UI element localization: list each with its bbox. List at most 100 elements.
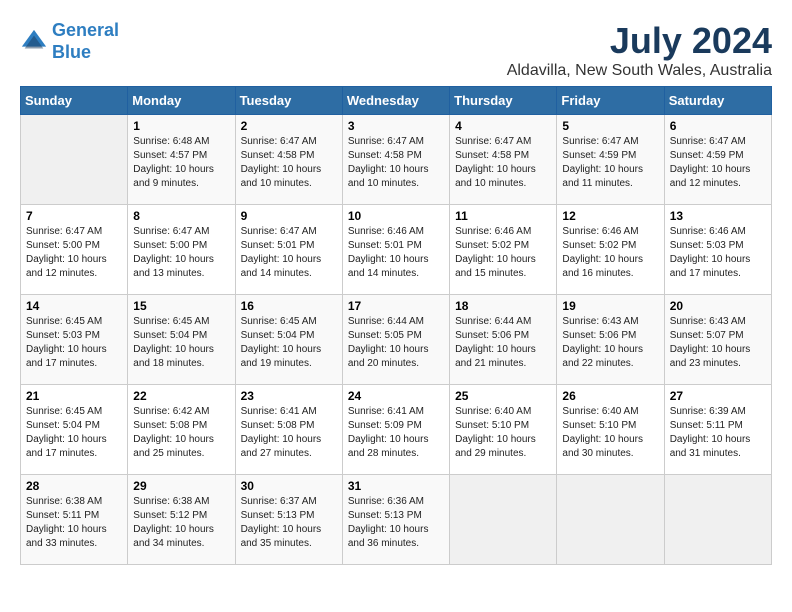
calendar-cell <box>664 475 771 565</box>
logo: General Blue <box>20 20 119 63</box>
calendar-cell: 28Sunrise: 6:38 AM Sunset: 5:11 PM Dayli… <box>21 475 128 565</box>
calendar-cell: 2 Sunrise: 6:47 AM Sunset: 4:58 PM Daylig… <box>235 115 342 205</box>
day-number: 4 <box>455 119 551 133</box>
day-info: Sunrise: 6:46 AM Sunset: 5:02 PM Dayligh… <box>562 225 658 281</box>
day-number: 23 <box>241 389 337 403</box>
calendar-cell: 8 Sunrise: 6:47 AM Sunset: 5:00 PM Daylig… <box>128 205 235 295</box>
logo-text: General Blue <box>52 20 119 63</box>
day-number: 3 <box>348 119 444 133</box>
calendar-cell: 15Sunrise: 6:45 AM Sunset: 5:04 PM Dayli… <box>128 295 235 385</box>
day-number: 25 <box>455 389 551 403</box>
day-info: Sunrise: 6:40 AM Sunset: 5:10 PM Dayligh… <box>562 405 658 461</box>
day-info: Sunrise: 6:38 AM Sunset: 5:11 PM Dayligh… <box>26 495 122 551</box>
calendar-week-2: 7 Sunrise: 6:47 AM Sunset: 5:00 PM Daylig… <box>21 205 772 295</box>
calendar-cell: 31Sunrise: 6:36 AM Sunset: 5:13 PM Dayli… <box>342 475 449 565</box>
day-number: 8 <box>133 209 229 223</box>
calendar-cell: 6 Sunrise: 6:47 AM Sunset: 4:59 PM Daylig… <box>664 115 771 205</box>
day-number: 24 <box>348 389 444 403</box>
weekday-header-friday: Friday <box>557 87 664 115</box>
day-info: Sunrise: 6:43 AM Sunset: 5:06 PM Dayligh… <box>562 315 658 371</box>
day-info: Sunrise: 6:47 AM Sunset: 4:58 PM Dayligh… <box>241 135 337 191</box>
calendar-cell: 11 Sunrise: 6:46 AM Sunset: 5:02 PM Dayli… <box>450 205 557 295</box>
day-number: 20 <box>670 299 766 313</box>
title-month: July 2024 <box>507 20 772 62</box>
calendar-cell: 25Sunrise: 6:40 AM Sunset: 5:10 PM Dayli… <box>450 385 557 475</box>
weekday-header-monday: Monday <box>128 87 235 115</box>
calendar-cell: 27Sunrise: 6:39 AM Sunset: 5:11 PM Dayli… <box>664 385 771 475</box>
calendar-cell: 1 Sunrise: 6:48 AM Sunset: 4:57 PM Daylig… <box>128 115 235 205</box>
day-number: 7 <box>26 209 122 223</box>
day-number: 15 <box>133 299 229 313</box>
day-info: Sunrise: 6:46 AM Sunset: 5:01 PM Dayligh… <box>348 225 444 281</box>
day-number: 31 <box>348 479 444 493</box>
weekday-header-thursday: Thursday <box>450 87 557 115</box>
calendar-cell: 9 Sunrise: 6:47 AM Sunset: 5:01 PM Daylig… <box>235 205 342 295</box>
weekday-header-row: SundayMondayTuesdayWednesdayThursdayFrid… <box>21 87 772 115</box>
calendar-week-5: 28Sunrise: 6:38 AM Sunset: 5:11 PM Dayli… <box>21 475 772 565</box>
calendar-cell: 26 Sunrise: 6:40 AM Sunset: 5:10 PM Dayli… <box>557 385 664 475</box>
day-info: Sunrise: 6:46 AM Sunset: 5:02 PM Dayligh… <box>455 225 551 281</box>
calendar-cell: 17 Sunrise: 6:44 AM Sunset: 5:05 PM Dayli… <box>342 295 449 385</box>
day-info: Sunrise: 6:44 AM Sunset: 5:05 PM Dayligh… <box>348 315 444 371</box>
calendar-cell: 30 Sunrise: 6:37 AM Sunset: 5:13 PM Dayli… <box>235 475 342 565</box>
day-info: Sunrise: 6:45 AM Sunset: 5:03 PM Dayligh… <box>26 315 122 371</box>
calendar-cell: 4 Sunrise: 6:47 AM Sunset: 4:58 PM Daylig… <box>450 115 557 205</box>
day-number: 1 <box>133 119 229 133</box>
day-number: 19 <box>562 299 658 313</box>
day-number: 30 <box>241 479 337 493</box>
day-info: Sunrise: 6:47 AM Sunset: 4:58 PM Dayligh… <box>348 135 444 191</box>
day-number: 16 <box>241 299 337 313</box>
title-block: July 2024 Aldavilla, New South Wales, Au… <box>507 20 772 80</box>
day-info: Sunrise: 6:41 AM Sunset: 5:08 PM Dayligh… <box>241 405 337 461</box>
day-number: 17 <box>348 299 444 313</box>
day-number: 11 <box>455 209 551 223</box>
calendar-cell: 24 Sunrise: 6:41 AM Sunset: 5:09 PM Dayli… <box>342 385 449 475</box>
day-info: Sunrise: 6:45 AM Sunset: 5:04 PM Dayligh… <box>26 405 122 461</box>
logo-icon <box>20 28 48 56</box>
calendar-cell: 14Sunrise: 6:45 AM Sunset: 5:03 PM Dayli… <box>21 295 128 385</box>
calendar-cell: 18Sunrise: 6:44 AM Sunset: 5:06 PM Dayli… <box>450 295 557 385</box>
calendar-cell <box>21 115 128 205</box>
day-number: 13 <box>670 209 766 223</box>
calendar-cell: 22Sunrise: 6:42 AM Sunset: 5:08 PM Dayli… <box>128 385 235 475</box>
calendar-week-3: 14Sunrise: 6:45 AM Sunset: 5:03 PM Dayli… <box>21 295 772 385</box>
day-number: 2 <box>241 119 337 133</box>
day-info: Sunrise: 6:42 AM Sunset: 5:08 PM Dayligh… <box>133 405 229 461</box>
day-number: 6 <box>670 119 766 133</box>
day-info: Sunrise: 6:41 AM Sunset: 5:09 PM Dayligh… <box>348 405 444 461</box>
weekday-header-saturday: Saturday <box>664 87 771 115</box>
calendar-cell: 16 Sunrise: 6:45 AM Sunset: 5:04 PM Dayli… <box>235 295 342 385</box>
calendar-cell: 21Sunrise: 6:45 AM Sunset: 5:04 PM Dayli… <box>21 385 128 475</box>
day-info: Sunrise: 6:47 AM Sunset: 5:01 PM Dayligh… <box>241 225 337 281</box>
day-info: Sunrise: 6:47 AM Sunset: 4:58 PM Dayligh… <box>455 135 551 191</box>
calendar-week-4: 21Sunrise: 6:45 AM Sunset: 5:04 PM Dayli… <box>21 385 772 475</box>
calendar-cell: 20 Sunrise: 6:43 AM Sunset: 5:07 PM Dayli… <box>664 295 771 385</box>
day-info: Sunrise: 6:45 AM Sunset: 5:04 PM Dayligh… <box>241 315 337 371</box>
day-info: Sunrise: 6:38 AM Sunset: 5:12 PM Dayligh… <box>133 495 229 551</box>
calendar-cell: 3 Sunrise: 6:47 AM Sunset: 4:58 PM Daylig… <box>342 115 449 205</box>
day-info: Sunrise: 6:46 AM Sunset: 5:03 PM Dayligh… <box>670 225 766 281</box>
day-number: 29 <box>133 479 229 493</box>
day-info: Sunrise: 6:37 AM Sunset: 5:13 PM Dayligh… <box>241 495 337 551</box>
day-info: Sunrise: 6:47 AM Sunset: 4:59 PM Dayligh… <box>562 135 658 191</box>
title-location: Aldavilla, New South Wales, Australia <box>507 62 772 80</box>
calendar-cell: 5Sunrise: 6:47 AM Sunset: 4:59 PM Daylig… <box>557 115 664 205</box>
day-number: 12 <box>562 209 658 223</box>
day-number: 26 <box>562 389 658 403</box>
day-info: Sunrise: 6:47 AM Sunset: 4:59 PM Dayligh… <box>670 135 766 191</box>
day-number: 18 <box>455 299 551 313</box>
calendar-cell: 7Sunrise: 6:47 AM Sunset: 5:00 PM Daylig… <box>21 205 128 295</box>
day-info: Sunrise: 6:48 AM Sunset: 4:57 PM Dayligh… <box>133 135 229 191</box>
calendar-cell: 23 Sunrise: 6:41 AM Sunset: 5:08 PM Dayli… <box>235 385 342 475</box>
day-number: 27 <box>670 389 766 403</box>
day-info: Sunrise: 6:43 AM Sunset: 5:07 PM Dayligh… <box>670 315 766 371</box>
header: General Blue July 2024 Aldavilla, New So… <box>20 20 772 80</box>
calendar-cell: 12 Sunrise: 6:46 AM Sunset: 5:02 PM Dayli… <box>557 205 664 295</box>
day-number: 9 <box>241 209 337 223</box>
calendar-cell: 10 Sunrise: 6:46 AM Sunset: 5:01 PM Dayli… <box>342 205 449 295</box>
calendar-cell <box>450 475 557 565</box>
day-info: Sunrise: 6:47 AM Sunset: 5:00 PM Dayligh… <box>133 225 229 281</box>
day-number: 10 <box>348 209 444 223</box>
weekday-header-wednesday: Wednesday <box>342 87 449 115</box>
calendar-cell: 29 Sunrise: 6:38 AM Sunset: 5:12 PM Dayli… <box>128 475 235 565</box>
